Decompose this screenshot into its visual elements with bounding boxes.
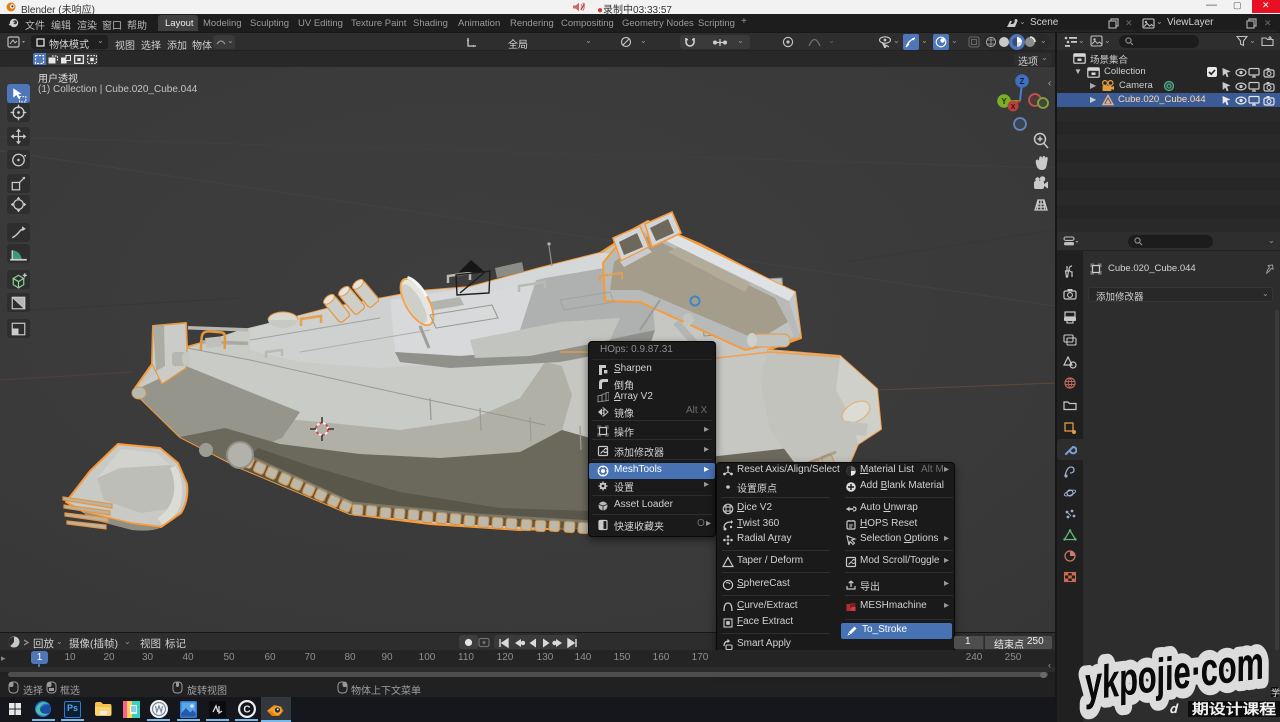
svg-text:期设计课程: 期设计课程: [1192, 701, 1276, 717]
svg-text:Z: Z: [1020, 77, 1025, 86]
svg-text:X: X: [1011, 104, 1016, 111]
svg-text:C: C: [243, 705, 250, 716]
svg-text:ykpojie·com: ykpojie·com: [1080, 636, 1266, 710]
svg-text:Y: Y: [1001, 97, 1007, 106]
svg-text:𝐝: 𝐝: [1169, 701, 1179, 716]
svg-text:学: 学: [1271, 687, 1280, 698]
